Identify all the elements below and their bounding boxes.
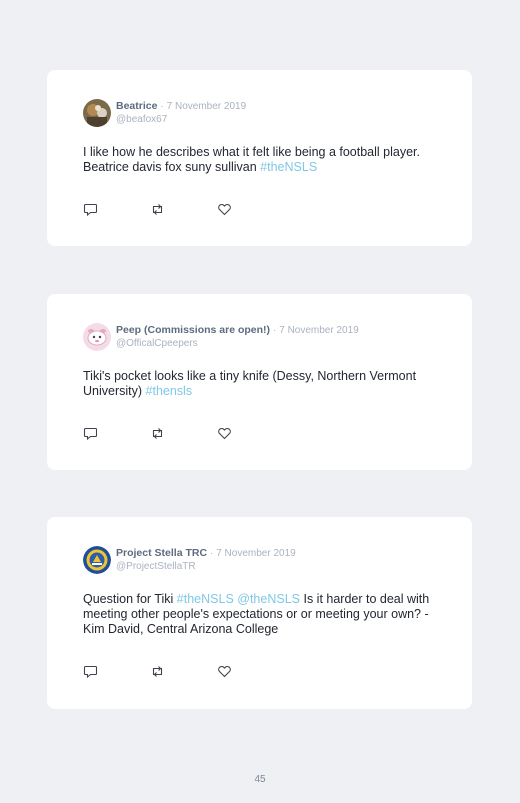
- tweet-header: Peep (Commissions are open!) · 7 Novembe…: [83, 322, 436, 351]
- separator: ·: [272, 324, 277, 336]
- tweet-header: Project Stella TRC · 7 November 2019 @Pr…: [83, 545, 436, 574]
- like-icon[interactable]: [217, 426, 232, 441]
- hashtag-link[interactable]: #thensls: [146, 384, 193, 398]
- tweet-meta: Peep (Commissions are open!) · 7 Novembe…: [116, 324, 359, 350]
- tweet-text: Tiki's pocket looks like a tiny knife (D…: [83, 369, 443, 399]
- reply-icon[interactable]: [83, 426, 98, 441]
- retweet-icon[interactable]: [150, 664, 165, 679]
- page: Beatrice · 7 November 2019 @beafox67 I l…: [0, 0, 520, 803]
- pink-creature-avatar-icon[interactable]: [83, 322, 111, 351]
- tweet-date[interactable]: 7 November 2019: [279, 325, 359, 336]
- tweet-text-body: Tiki's pocket looks like a tiny knife (D…: [83, 369, 417, 398]
- tweet-text: I like how he describes what it felt lik…: [83, 145, 443, 175]
- author-name[interactable]: Peep (Commissions are open!): [116, 324, 270, 336]
- tweet-meta: Project Stella TRC · 7 November 2019 @Pr…: [116, 547, 296, 573]
- tweet-card: Beatrice · 7 November 2019 @beafox67 I l…: [47, 70, 472, 246]
- tweet-header: Beatrice · 7 November 2019 @beafox67: [83, 98, 436, 127]
- retweet-icon[interactable]: [150, 426, 165, 441]
- separator: ·: [209, 547, 214, 559]
- author-handle[interactable]: @ProjectStellaTR: [116, 560, 296, 573]
- author-name[interactable]: Beatrice: [116, 100, 157, 112]
- like-icon[interactable]: [217, 664, 232, 679]
- tweet-date[interactable]: 7 November 2019: [216, 548, 296, 559]
- retweet-icon[interactable]: [150, 202, 165, 217]
- tweet-text-body: Question for Tiki: [83, 592, 177, 606]
- reply-icon[interactable]: [83, 202, 98, 217]
- tweet-actions: [83, 664, 284, 679]
- tweet-actions: [83, 426, 284, 441]
- separator: ·: [160, 100, 164, 112]
- photo-avatar-icon[interactable]: [83, 98, 111, 127]
- tweet-meta: Beatrice · 7 November 2019 @beafox67: [116, 100, 246, 126]
- tweet-actions: [83, 202, 284, 217]
- author-handle[interactable]: @OfficalCpeepers: [116, 337, 359, 350]
- hashtag-link[interactable]: #theNSLS: [260, 160, 317, 174]
- mention-link[interactable]: @theNSLS: [237, 592, 300, 606]
- page-number: 45: [254, 774, 266, 785]
- tweet-text: Question for Tiki #theNSLS @theNSLS Is i…: [83, 592, 443, 637]
- author-handle[interactable]: @beafox67: [116, 113, 246, 126]
- tweet-text-body: I like how he describes what it felt lik…: [83, 145, 420, 174]
- tweet-date[interactable]: 7 November 2019: [167, 101, 247, 112]
- reply-icon[interactable]: [83, 664, 98, 679]
- hashtag-link[interactable]: #theNSLS: [177, 592, 234, 606]
- seal-avatar-icon[interactable]: [83, 545, 111, 574]
- tweet-card: Peep (Commissions are open!) · 7 Novembe…: [47, 294, 472, 470]
- author-name[interactable]: Project Stella TRC: [116, 547, 207, 559]
- like-icon[interactable]: [217, 202, 232, 217]
- tweet-card: Project Stella TRC · 7 November 2019 @Pr…: [47, 517, 472, 709]
